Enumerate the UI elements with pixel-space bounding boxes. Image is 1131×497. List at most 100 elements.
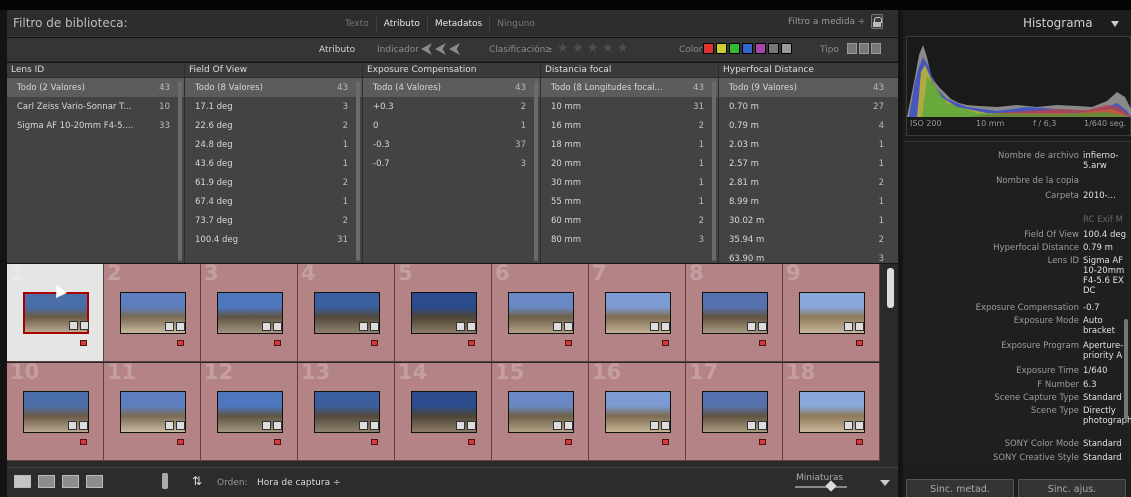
grid-cell[interactable]: 15 <box>492 363 589 461</box>
crop-badge-icon[interactable] <box>758 421 767 430</box>
photo-thumbnail[interactable] <box>508 391 574 433</box>
painter-icon[interactable] <box>162 473 168 489</box>
list-item[interactable]: Todo (4 Valores) 43 <box>363 78 540 97</box>
metadata-badge-icon[interactable] <box>359 421 368 430</box>
metadata-badge-icon[interactable] <box>844 421 853 430</box>
grid-cell[interactable]: 17 <box>686 363 783 461</box>
photo-thumbnail[interactable] <box>23 292 89 334</box>
grid-cell[interactable]: 11 <box>104 363 201 461</box>
list-item[interactable]: Sigma AF 10-20mm F4-5.... 33 <box>7 116 184 135</box>
list-item[interactable]: 17.1 deg 3 <box>185 97 362 116</box>
histogram-header[interactable]: Histograma <box>903 10 1131 35</box>
video-icon[interactable] <box>871 43 881 54</box>
filter-mode-attribute[interactable]: Atributo <box>375 17 427 31</box>
metadata-badge-icon[interactable] <box>359 322 368 331</box>
list-item[interactable]: 60 mm 2 <box>541 211 718 230</box>
unflagged-icon[interactable] <box>435 43 446 55</box>
crop-badge-icon[interactable] <box>855 421 864 430</box>
color-yellow-swatch[interactable] <box>716 43 727 54</box>
metadata-badge-icon[interactable] <box>69 321 78 330</box>
list-item[interactable]: 43.6 deg 1 <box>185 154 362 173</box>
photo-thumbnail[interactable] <box>217 292 283 334</box>
grid-view-icon[interactable] <box>14 475 31 488</box>
photo-thumbnail[interactable] <box>217 391 283 433</box>
photo-thumbnail[interactable] <box>605 391 671 433</box>
crop-badge-icon[interactable] <box>176 322 185 331</box>
list-item[interactable]: 20 mm 1 <box>541 154 718 173</box>
sync-metadata-button[interactable]: Sinc. metad. <box>906 479 1014 497</box>
color-purple-swatch[interactable] <box>755 43 766 54</box>
color-custom-swatch[interactable] <box>768 43 779 54</box>
scrollbar[interactable] <box>178 81 182 261</box>
photo-thumbnail[interactable] <box>314 391 380 433</box>
list-item[interactable]: 80 mm 3 <box>541 230 718 249</box>
list-item[interactable]: +0.3 2 <box>363 97 540 116</box>
grid-cell[interactable]: 12 <box>201 363 298 461</box>
list-item[interactable]: Todo (9 Valores) 43 <box>719 78 898 97</box>
scrollbar-thumb[interactable] <box>887 268 894 308</box>
list-item[interactable]: 0.79 m4 <box>719 116 898 135</box>
list-item[interactable]: 0.70 m 27 <box>719 97 898 116</box>
crop-badge-icon[interactable] <box>176 421 185 430</box>
column-header[interactable]: Lens ID <box>7 63 184 78</box>
column-header[interactable]: Distancia focal <box>541 63 718 78</box>
crop-badge-icon[interactable] <box>855 322 864 331</box>
photo-thumbnail[interactable] <box>120 391 186 433</box>
crop-badge-icon[interactable] <box>273 421 282 430</box>
sort-order-dropdown[interactable]: Hora de captura ÷ <box>257 478 341 488</box>
survey-view-icon[interactable] <box>86 475 103 488</box>
metadata-badge-icon[interactable] <box>747 421 756 430</box>
photo-thumbnail[interactable] <box>411 391 477 433</box>
grid-cell[interactable]: 3 <box>201 264 298 362</box>
list-item[interactable]: 24.8 deg 1 <box>185 135 362 154</box>
color-none-swatch[interactable] <box>781 43 792 54</box>
grid-cell[interactable]: 9 <box>783 264 880 362</box>
list-item[interactable]: 16 mm 2 <box>541 116 718 135</box>
list-item[interactable]: 100.4 deg 31 <box>185 230 362 249</box>
list-item[interactable]: 22.6 deg 2 <box>185 116 362 135</box>
color-green-swatch[interactable] <box>729 43 740 54</box>
grid-cell[interactable]: 13 <box>298 363 395 461</box>
reject-flag-icon[interactable] <box>449 43 460 55</box>
grid-cell[interactable]: 4 <box>298 264 395 362</box>
crop-badge-icon[interactable] <box>564 421 573 430</box>
custom-filter-dropdown[interactable]: Filtro a medida ÷ <box>788 17 865 27</box>
grid-cell[interactable]: 5 <box>395 264 492 362</box>
crop-badge-icon[interactable] <box>661 421 670 430</box>
list-item[interactable]: Todo (2 Valores) 43 <box>7 78 184 97</box>
list-item[interactable]: Todo (8 Longitudes focal... 43 <box>541 78 718 97</box>
photo-thumbnail[interactable] <box>799 292 865 334</box>
grid-cell[interactable]: 8 <box>686 264 783 362</box>
crop-badge-icon[interactable] <box>564 322 573 331</box>
list-item[interactable]: 73.7 deg 2 <box>185 211 362 230</box>
compare-view-icon[interactable] <box>62 475 79 488</box>
grid-cell[interactable]: 16 <box>589 363 686 461</box>
list-item[interactable]: 61.9 deg 2 <box>185 173 362 192</box>
list-item[interactable]: 8.99 m1 <box>719 192 898 211</box>
virtual-copy-icon[interactable] <box>859 43 869 54</box>
star-icon[interactable]: ★ <box>602 41 614 56</box>
photo-thumbnail[interactable] <box>702 292 768 334</box>
metadata-badge-icon[interactable] <box>553 322 562 331</box>
list-item[interactable]: 30 mm 1 <box>541 173 718 192</box>
list-item[interactable]: 2.81 m2 <box>719 173 898 192</box>
color-red-swatch[interactable] <box>703 43 714 54</box>
rating-operator[interactable]: ≥ <box>545 45 553 55</box>
list-item[interactable]: -0.7 3 <box>363 154 540 173</box>
master-photo-icon[interactable] <box>847 43 857 54</box>
color-blue-swatch[interactable] <box>742 43 753 54</box>
column-header[interactable]: Field Of View <box>185 63 362 78</box>
thumbnail-size-slider[interactable] <box>795 486 847 488</box>
metadata-scrollbar[interactable] <box>1124 319 1128 419</box>
grid-scrollbar[interactable] <box>884 264 898 467</box>
lock-icon[interactable] <box>871 14 883 29</box>
grid-cell[interactable]: 18 <box>783 363 880 461</box>
list-item[interactable]: 67.4 deg 1 <box>185 192 362 211</box>
column-header[interactable]: Hyperfocal Distance <box>719 63 898 78</box>
grid-cell[interactable]: 6 <box>492 264 589 362</box>
list-item[interactable]: 55 mm 1 <box>541 192 718 211</box>
sort-direction-icon[interactable]: ⇅ <box>192 474 202 488</box>
metadata-badge-icon[interactable] <box>747 322 756 331</box>
scrollbar[interactable] <box>534 81 538 261</box>
star-icon[interactable]: ★ <box>557 41 569 56</box>
